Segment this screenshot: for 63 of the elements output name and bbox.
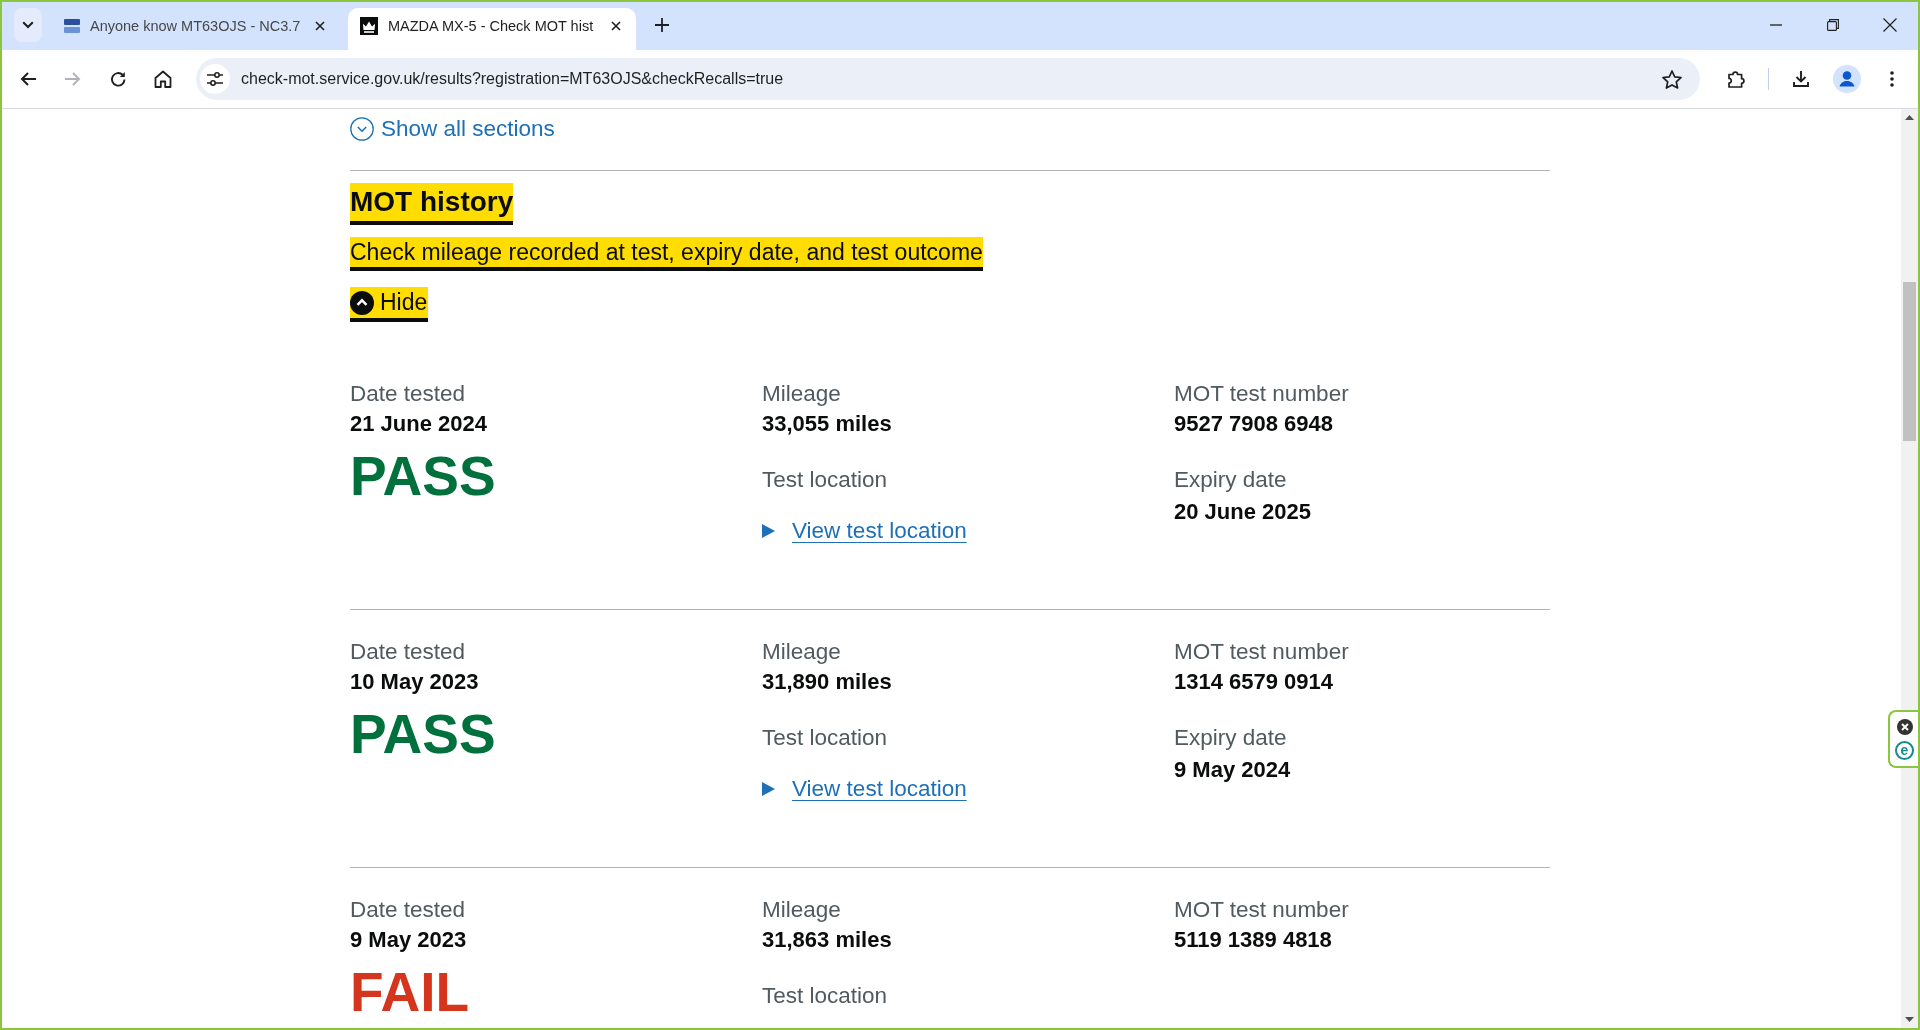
disclosure-triangle-icon[interactable] — [762, 781, 775, 796]
extension-logo[interactable]: e — [1895, 740, 1914, 760]
view-location-link[interactable]: View test location — [762, 515, 967, 546]
restore-icon[interactable] — [1826, 19, 1839, 31]
reload-icon[interactable] — [110, 71, 126, 87]
field-value: 20 June 2025 — [1174, 498, 1311, 526]
field-label: Test location — [762, 982, 888, 1010]
field-value: 9 May 2024 — [1174, 756, 1291, 784]
field-value: 21 June 2024 — [350, 410, 487, 438]
home-icon[interactable] — [154, 70, 172, 88]
view-location-link[interactable]: View test location — [762, 773, 967, 804]
field-value: 1314 6579 0914 — [1174, 668, 1334, 696]
field-label: Test location — [762, 724, 888, 752]
field-value: 9527 7908 6948 — [1174, 410, 1334, 438]
field-value: 10 May 2023 — [350, 668, 479, 696]
tab-list-button[interactable] — [14, 8, 42, 42]
kebab-menu-icon[interactable] — [1890, 71, 1894, 87]
address-bar[interactable]: check-mot.service.gov.uk/results?registration=MT63OJS&checkRecalls=true — [196, 58, 1700, 100]
test-result: PASS — [350, 446, 496, 506]
field-value: 33,055 miles — [762, 410, 892, 438]
browser-tab[interactable]: Anyone know MT63OJS - NC3.7 — [52, 8, 340, 50]
scrollbar-thumb[interactable] — [1903, 282, 1916, 441]
back-arrow-icon[interactable] — [20, 72, 36, 86]
close-icon[interactable] — [1882, 18, 1897, 32]
field-label: Mileage — [762, 896, 841, 924]
close-icon[interactable] — [611, 21, 621, 31]
disclosure-triangle-icon[interactable] — [762, 523, 775, 538]
test-result: PASS — [350, 704, 496, 764]
field-label: Date tested — [350, 638, 466, 666]
field-label: Test location — [762, 466, 888, 494]
star-icon[interactable] — [1662, 69, 1682, 89]
minimize-icon[interactable] — [1769, 24, 1782, 26]
field-label: Date tested — [350, 380, 466, 408]
field-label: MOT test number — [1174, 896, 1349, 924]
scroll-down-arrow-icon[interactable] — [1905, 1017, 1914, 1022]
scrollbar[interactable] — [1901, 109, 1918, 1028]
field-value: 5119 1389 4818 — [1174, 926, 1332, 954]
scroll-up-arrow-icon[interactable] — [1905, 115, 1914, 120]
url-text[interactable]: check-mot.service.gov.uk/results?registration=MT63OJS&checkRecalls=true — [241, 70, 784, 88]
crown-icon — [360, 17, 378, 35]
plus-icon[interactable] — [655, 18, 669, 32]
tune-icon[interactable] — [207, 72, 223, 86]
browser-tab[interactable]: MAZDA MX-5 - Check MOT hist — [348, 8, 636, 50]
close-icon[interactable] — [315, 21, 326, 31]
field-value: 31,890 miles — [762, 668, 892, 696]
field-value: 31,863 miles — [762, 926, 892, 954]
field-label: Expiry date — [1174, 724, 1287, 752]
close-circle-icon[interactable] — [1896, 718, 1913, 735]
site-info-button[interactable] — [200, 64, 230, 94]
field-label: MOT test number — [1174, 380, 1349, 408]
field-value: 9 May 2023 — [350, 926, 467, 954]
field-label: Mileage — [762, 638, 841, 666]
field-label: MOT test number — [1174, 638, 1349, 666]
show-all-sections-button[interactable]: Show all sections — [350, 115, 555, 143]
site-logo-icon — [64, 19, 80, 33]
chevron-down-icon[interactable] — [22, 21, 34, 29]
field-label: Mileage — [762, 380, 841, 408]
field-label: Expiry date — [1174, 466, 1287, 494]
chevron-circle-icon[interactable] — [350, 290, 374, 315]
test-result: FAIL — [350, 962, 470, 1022]
field-label: Date tested — [350, 896, 466, 924]
puzzle-icon[interactable] — [1727, 70, 1745, 88]
download-icon[interactable] — [1793, 71, 1809, 87]
